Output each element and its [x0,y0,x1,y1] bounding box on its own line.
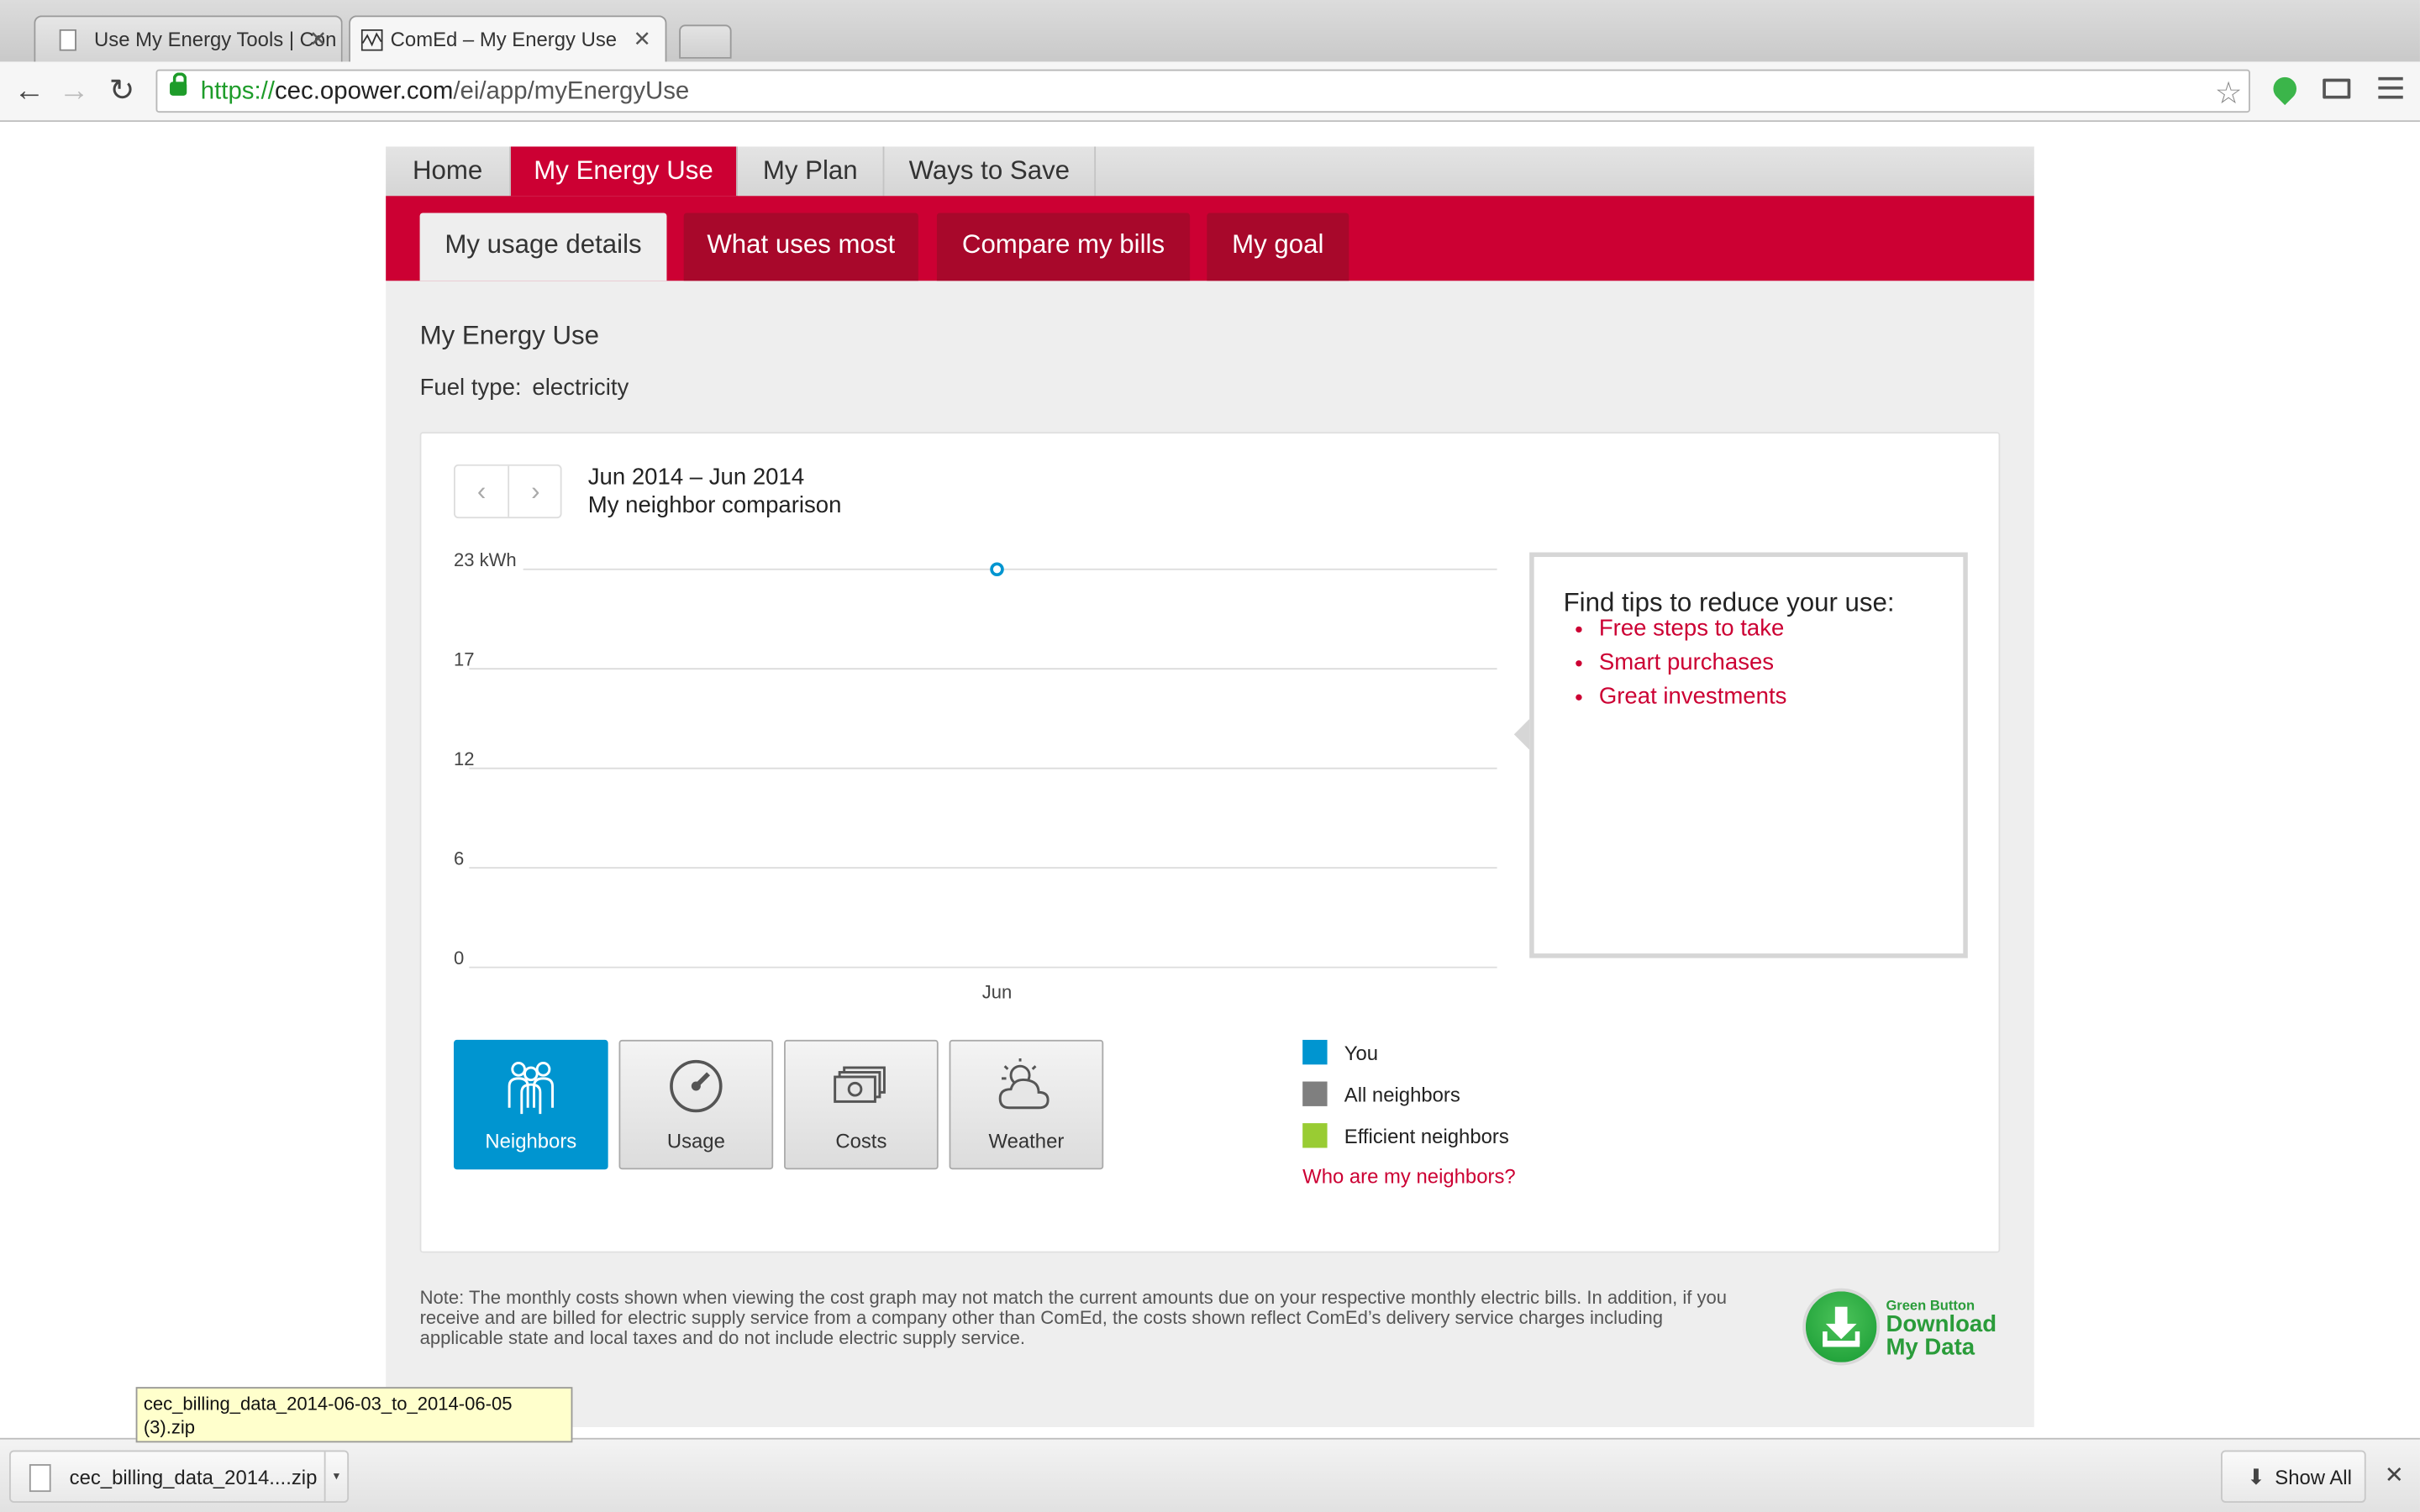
download-shelf: cec_billing_data_2014....zip ▾ ⬇ Show Al… [0,1437,2420,1512]
page-content: Home My Energy Use My Plan Ways to Save … [0,122,2420,1438]
view-label: Weather [988,1129,1065,1153]
close-tab-icon[interactable]: ✕ [634,26,652,52]
legend-swatch-all-neighbors [1302,1081,1328,1106]
lock-icon [170,72,187,96]
main-nav: Home My Energy Use My Plan Ways to Save [386,146,2034,197]
back-icon[interactable]: ← [13,74,46,108]
browser-tab-strip: Use My Energy Tools | Con ✕ ComEd – My E… [0,0,2420,62]
tips-box: Find tips to reduce your use: Free steps… [1513,552,1968,958]
download-filename: cec_billing_data_2014....zip [69,1465,318,1489]
new-tab-button[interactable] [679,24,732,59]
green-button-download[interactable]: Green Button Download My Data [1802,1288,2018,1381]
sub-nav: My usage details What uses most Compare … [386,196,2034,281]
view-costs-button[interactable]: Costs [784,1039,939,1170]
green-button-title: Download My Data [1886,1311,1997,1361]
reload-icon[interactable]: ↻ [105,74,139,108]
tips-list: Free steps to take Smart purchases Great… [1570,612,1787,714]
view-weather-button[interactable]: Weather [949,1039,1104,1170]
gauge-icon [670,1059,723,1113]
date-pager: ‹ › [453,464,562,519]
browser-tab-title: Use My Energy Tools | Con [94,28,337,51]
opower-favicon-icon [360,29,383,51]
who-are-my-neighbors-link[interactable]: Who are my neighbors? [1302,1165,1515,1189]
zip-file-icon [29,1464,51,1493]
main-tab-home[interactable]: Home [386,146,511,197]
tip-link-smart-purchases[interactable]: Smart purchases [1599,647,1787,680]
download-item[interactable]: cec_billing_data_2014....zip ▾ [9,1450,350,1503]
download-arrow-icon: ⬇ [2247,1464,2265,1489]
legend-swatch-efficient-neighbors [1302,1123,1328,1148]
cost-note: Note: The monthly costs shown when viewi… [419,1286,1728,1349]
browser-tab-1[interactable]: ComEd – My Energy Use ✕ [349,15,667,62]
view-label: Usage [666,1129,725,1153]
neighbors-icon [508,1062,555,1115]
chevron-right-icon[interactable]: › [509,466,561,517]
cast-icon[interactable] [2323,78,2351,99]
browser-tab-0[interactable]: Use My Energy Tools | Con ✕ [34,15,343,62]
page-icon [59,29,76,51]
usage-card: ‹ › Jun 2014 – Jun 2014 My neighbor comp… [419,432,2001,1253]
sub-tab-compare-my-bills[interactable]: Compare my bills [936,213,1191,281]
y-tick-label: 17 [454,649,475,670]
sub-tab-what-uses-most[interactable]: What uses most [683,213,918,281]
sub-tab-my-goal[interactable]: My goal [1207,213,1349,281]
browser-tab-title: ComEd – My Energy Use [390,28,618,51]
forward-icon[interactable]: → [57,74,91,108]
page-title: My Energy Use [419,321,600,350]
main-tab-ways-to-save[interactable]: Ways to Save [884,146,1097,197]
main-tab-my-plan[interactable]: My Plan [738,146,885,197]
view-label: Costs [835,1129,887,1153]
y-tick-label: 0 [454,948,464,969]
chart-subtitle: My neighbor comparison [587,491,842,519]
browser-toolbar: ← → ↻ https://cec.opower.com/ei/app/myEn… [0,61,2420,123]
y-tick-label: 6 [454,848,464,869]
download-options-icon[interactable]: ▾ [324,1452,348,1502]
download-tooltip: cec_billing_data_2014-06-03_to_2014-06-0… [135,1387,573,1443]
view-neighbors-button[interactable]: Neighbors [453,1039,608,1170]
close-shelf-icon[interactable]: ✕ [2385,1461,2404,1488]
fuel-type: Fuel type: electricity [420,375,629,401]
money-icon [834,1066,886,1103]
legend-swatch-you [1302,1039,1328,1065]
tip-link-free-steps[interactable]: Free steps to take [1599,612,1787,646]
weather-icon [998,1058,1050,1110]
menu-icon[interactable] [2378,76,2403,105]
fuel-type-label: Fuel type: [419,375,522,402]
close-tab-icon[interactable]: ✕ [309,26,328,52]
y-tick-label: 23 kWh [454,549,517,570]
show-all-downloads-button[interactable]: ⬇ Show All [2221,1450,2366,1503]
x-tick-label: Jun [982,981,1013,1002]
download-icon [1802,1288,1881,1366]
tip-link-great-investments[interactable]: Great investments [1599,680,1787,714]
view-label: Neighbors [485,1129,577,1153]
url-text: https://cec.opower.com/ei/app/myEnergyUs… [200,78,690,105]
usage-chart: 23 kWh 17 12 6 0 Jun [454,549,1497,1002]
sub-tab-my-usage-details[interactable]: My usage details [419,213,667,281]
y-tick-label: 12 [454,748,475,769]
fuel-type-value: electricity [532,375,629,402]
address-bar[interactable]: https://cec.opower.com/ei/app/myEnergyUs… [155,69,2250,113]
chevron-left-icon[interactable]: ‹ [455,465,510,517]
data-point-you [990,562,1004,577]
bookmark-star-icon[interactable]: ☆ [2215,74,2243,113]
main-tab-my-energy-use[interactable]: My Energy Use [510,146,738,197]
date-range: Jun 2014 – Jun 2014 [587,464,805,491]
main-container: Home My Energy Use My Plan Ways to Save … [386,146,2034,1427]
view-usage-button[interactable]: Usage [618,1039,774,1170]
